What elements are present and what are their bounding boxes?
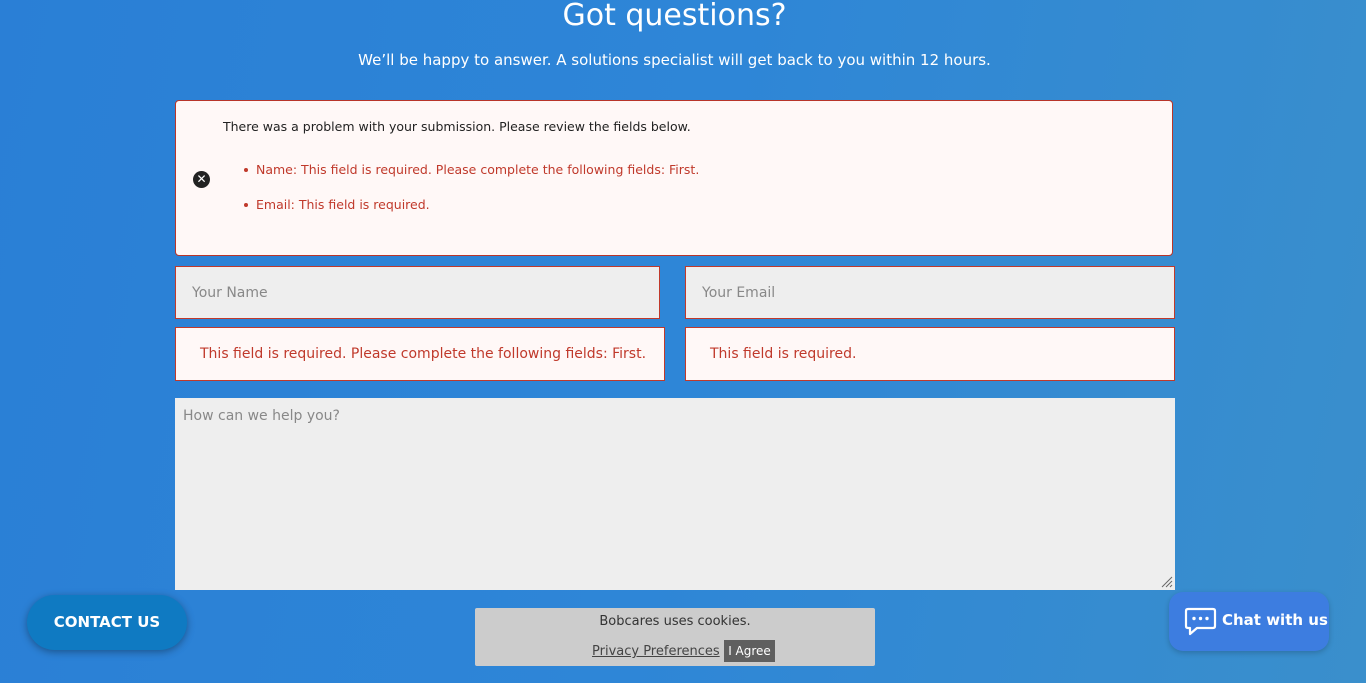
email-input[interactable]: Your Email <box>685 266 1175 319</box>
page-title: Got questions? <box>562 0 787 33</box>
cookie-text: Bobcares uses cookies. <box>599 614 751 629</box>
name-input[interactable]: Your Name <box>175 266 660 319</box>
chat-label: Chat with us <box>1222 611 1328 629</box>
chat-with-us-button[interactable]: Chat with us <box>1169 592 1329 651</box>
message-placeholder: How can we help you? <box>183 408 340 424</box>
cookie-banner: Bobcares uses cookies. Privacy Preferenc… <box>475 608 875 666</box>
email-field-error: This field is required. <box>685 327 1175 381</box>
error-item-name: Name: This field is required. Please com… <box>244 161 699 179</box>
error-heading: There was a problem with your submission… <box>223 119 691 134</box>
privacy-preferences-link[interactable]: Privacy Preferences <box>592 644 720 659</box>
page-subtitle: We’ll be happy to answer. A solutions sp… <box>358 51 991 69</box>
name-field-error: This field is required. Please complete … <box>175 327 665 381</box>
message-textarea[interactable]: How can we help you? <box>175 398 1175 590</box>
error-list: Name: This field is required. Please com… <box>244 161 699 231</box>
resize-handle-icon[interactable] <box>1161 576 1173 588</box>
error-item-email: Email: This field is required. <box>244 196 699 214</box>
close-circle-icon: ✕ <box>193 171 210 188</box>
validation-error-panel: ✕ There was a problem with your submissi… <box>175 100 1173 256</box>
cookie-agree-button[interactable]: I Agree <box>724 640 775 662</box>
contact-us-button[interactable]: CONTACT US <box>27 595 187 650</box>
chat-bubble-icon <box>1184 607 1217 636</box>
